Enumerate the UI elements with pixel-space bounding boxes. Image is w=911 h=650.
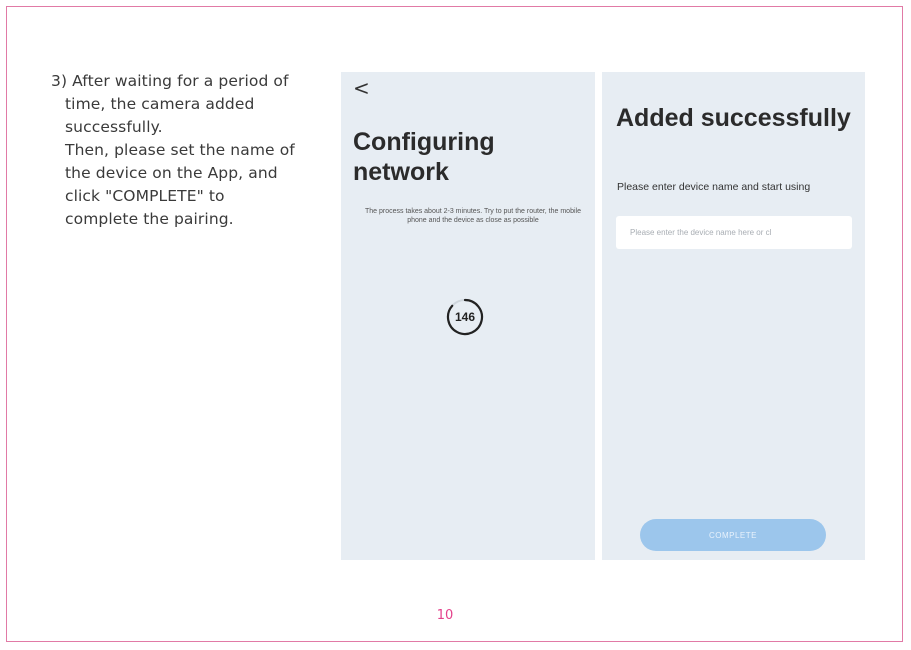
countdown-value: 146 xyxy=(454,310,476,324)
instruction-line: the device on the App, and xyxy=(65,164,278,182)
configuring-title: Configuring network xyxy=(353,128,495,186)
chevron-left-icon[interactable]: < xyxy=(353,78,370,98)
instruction-line: 3) After waiting for a period of xyxy=(51,72,289,90)
instruction-line: complete the pairing. xyxy=(65,210,234,228)
added-title: Added successfully xyxy=(616,104,851,132)
device-name-input[interactable] xyxy=(616,216,852,249)
configuring-network-screen: < Configuring network The process takes … xyxy=(341,72,595,560)
page-number: 10 xyxy=(436,608,454,623)
added-successfully-screen: Added successfully Please enter device n… xyxy=(602,72,865,560)
device-name-prompt: Please enter device name and start using xyxy=(617,181,811,193)
instruction-line: time, the camera added xyxy=(65,95,255,113)
process-description: The process takes about 2-3 minutes. Try… xyxy=(365,208,581,224)
instruction-text: 3) After waiting for a period of time, t… xyxy=(51,70,336,231)
instruction-line: click "COMPLETE" to xyxy=(65,187,225,205)
instruction-line: Then, please set the name of xyxy=(65,141,295,159)
instruction-line: successfully. xyxy=(65,118,163,136)
complete-button[interactable]: COMPLETE xyxy=(640,519,826,551)
